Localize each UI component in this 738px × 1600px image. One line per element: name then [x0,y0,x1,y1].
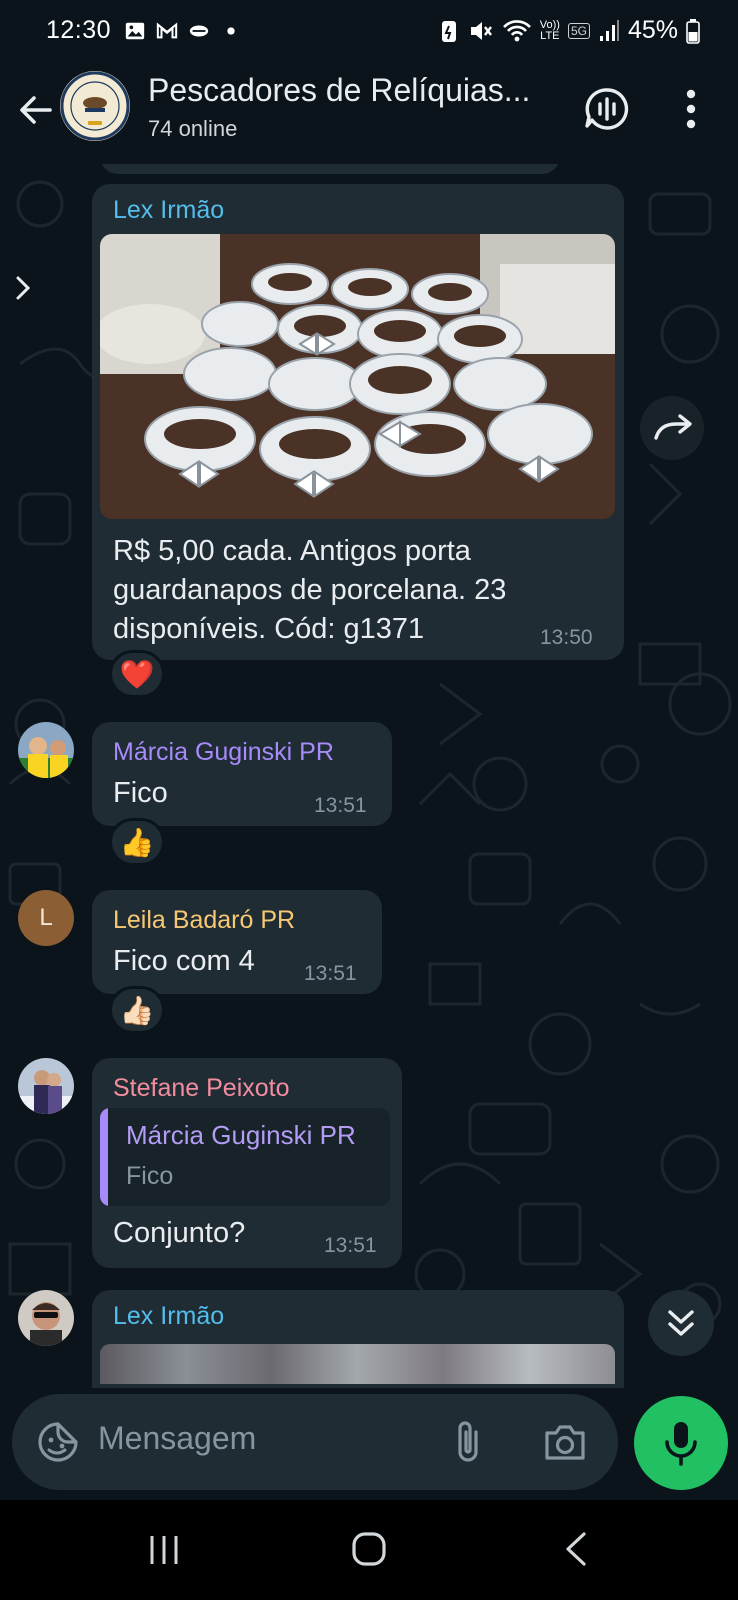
chevrons-down-icon[interactable] [648,1290,714,1356]
camera-icon[interactable] [542,1420,588,1464]
message-sender[interactable]: Stefane Peixoto [113,1074,290,1103]
message-time: 13:51 [314,794,367,817]
quoted-message[interactable]: Márcia Guginski PR Fico [100,1108,390,1206]
battery-percent: 45% [627,16,678,44]
message-text-line: disponíveis. Cód: g1371 [113,613,425,645]
chevron-right-icon[interactable] [4,264,40,312]
mute-icon [470,21,492,40]
gmail-icon [156,22,178,39]
nav-back-icon[interactable] [562,1530,590,1568]
message-composer: Mensagem [0,1388,738,1500]
quote-text: Fico [126,1162,174,1190]
avatar[interactable] [18,1290,74,1346]
status-system-icons: Vo)) LTE 5G 45% [438,16,700,45]
microphone-button[interactable] [634,1396,728,1490]
back-arrow-icon[interactable] [14,88,58,132]
quote-accent-bar [100,1108,108,1206]
avatar-photo [18,1290,74,1346]
input-placeholder: Mensagem [98,1420,257,1456]
voice-chat-icon[interactable] [582,84,632,134]
message-sender[interactable]: Leila Badaró PR [113,906,295,935]
group-avatar[interactable] [60,71,130,141]
message-input[interactable]: Mensagem [12,1394,618,1490]
message-text: Conjunto? [113,1217,246,1249]
more-vert-icon[interactable] [676,86,706,132]
previous-message-edge [100,164,560,174]
avatar-photo [18,722,74,778]
message-time: 13:51 [304,962,357,985]
status-notification-icons [124,20,242,42]
message-bubble[interactable]: Leila Badaró PR Fico com 4 13:51 [92,890,382,994]
signal-icon [599,19,619,41]
message-photo-preview[interactable] [100,1344,615,1384]
sticker-icon[interactable] [36,1420,80,1464]
system-navigation-bar [0,1500,738,1600]
avatar-photo [18,1058,74,1114]
handshake-icon [189,25,209,37]
reaction-badge[interactable]: 👍 [109,818,165,866]
volte-indicator: Vo)) LTE [539,18,560,42]
status-time: 12:30 [46,16,112,44]
paperclip-icon[interactable] [450,1418,486,1466]
group-title[interactable]: Pescadores de Relíquias... [148,72,530,109]
microphone-icon [665,1422,697,1466]
message-bubble[interactable]: Márcia Guginski PR Fico 13:51 [92,722,392,826]
napkin-rings-image [100,234,615,519]
message-time: 13:50 [540,626,593,649]
quote-sender: Márcia Guginski PR [126,1120,356,1150]
group-logo [60,71,130,141]
message-text: Fico com 4 [113,945,255,977]
message-time: 13:51 [324,1234,377,1257]
forward-icon[interactable] [640,396,704,460]
message-text: R$ 5,00 cada. Antigos porta guardanapos … [113,532,506,649]
home-icon[interactable] [350,1530,388,1568]
message-sender[interactable]: Márcia Guginski PR [113,738,334,767]
chat-header: Pescadores de Relíquias... 74 online [0,62,738,164]
status-bar: 12:30 Vo)) LTE 5G 45% [0,0,738,62]
avatar-letter: L [39,904,53,931]
avatar[interactable] [18,1058,74,1114]
reaction-badge[interactable]: 👍🏻 [109,986,165,1034]
message-text-line: guardanapos de porcelana. 23 [113,574,507,606]
online-count: 74 online [148,116,238,141]
message-text: Fico [113,777,168,809]
battery-icon [686,18,700,44]
wifi-icon [502,19,531,41]
avatar[interactable] [18,722,74,778]
avatar[interactable]: L [18,890,74,946]
chat-area[interactable]: Lex Irmão R$ 5,00 cada. Antigos porta gu… [0,164,738,1388]
message-sender[interactable]: Lex Irmão [113,1302,224,1331]
message-text-line: R$ 5,00 cada. Antigos porta [113,535,471,567]
notification-dot-icon [227,27,235,35]
reaction-badge[interactable]: ❤️ [109,650,165,698]
message-photo[interactable] [100,234,615,519]
battery-saver-icon [441,20,456,42]
message-sender[interactable]: Lex Irmão [113,196,224,225]
gallery-icon [125,22,145,40]
network-gen-badge: 5G [567,22,590,39]
recents-icon[interactable] [146,1532,182,1568]
